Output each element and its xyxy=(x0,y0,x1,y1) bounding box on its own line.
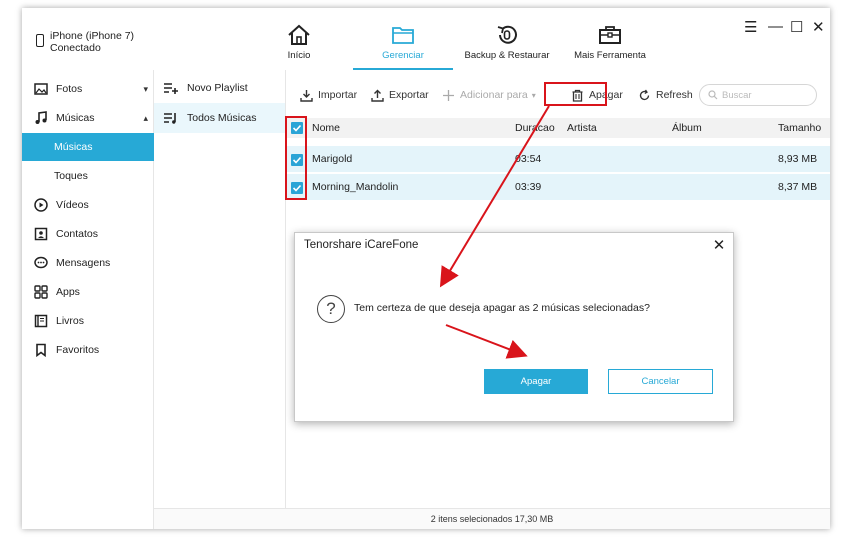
messages-icon xyxy=(34,256,48,269)
sidebar-item-label: Apps xyxy=(56,286,80,298)
column-header-size[interactable]: Tamanho xyxy=(778,118,821,138)
playlist-item-novo[interactable]: Novo Playlist xyxy=(154,73,285,103)
column-header-duration[interactable]: Duracao xyxy=(515,118,555,138)
tab-label: Início xyxy=(287,50,311,61)
close-button[interactable]: ✕ xyxy=(812,18,825,36)
playlist-item-todos[interactable]: Todos Músicas xyxy=(154,103,285,133)
selection-summary: 2 itens selecionados 17,30 MB xyxy=(430,514,554,524)
add-to-button[interactable]: Adicionar para ▾ xyxy=(442,86,536,104)
books-icon xyxy=(34,314,48,328)
sidebar-item-label: Músicas xyxy=(54,141,93,153)
photo-icon xyxy=(34,83,48,95)
tab-gerenciar[interactable]: Gerenciar xyxy=(353,22,453,70)
sidebar-item-musicas[interactable]: Músicas ▴ xyxy=(22,104,154,132)
sidebar-item-livros[interactable]: Livros xyxy=(22,307,154,335)
device-status: Conectado xyxy=(50,42,101,54)
search-placeholder: Buscar xyxy=(722,89,752,101)
contacts-icon xyxy=(34,227,48,241)
refresh-icon xyxy=(639,89,650,100)
playlist-panel: Novo Playlist Todos Músicas xyxy=(154,70,286,508)
tab-backup-restaurar[interactable]: Backup & Restaurar xyxy=(464,22,550,70)
sidebar-item-mensagens[interactable]: Mensagens xyxy=(22,249,154,277)
plus-icon xyxy=(443,89,454,101)
phone-icon xyxy=(36,34,44,47)
column-header-album[interactable]: Álbum xyxy=(672,118,702,138)
backup-icon xyxy=(497,25,517,44)
sidebar-item-videos[interactable]: Vídeos xyxy=(22,191,154,219)
column-header-name[interactable]: Nome xyxy=(312,118,340,138)
tab-inicio[interactable]: Início xyxy=(279,22,319,70)
table-header: Nome Duracao Artista Álbum Tamanho xyxy=(287,118,830,138)
toolbox-icon xyxy=(599,26,621,44)
song-size: 8,93 MB xyxy=(778,153,818,165)
status-bar: 2 itens selecionados 17,30 MB xyxy=(154,508,830,529)
sidebar-item-label: Músicas xyxy=(56,112,95,124)
folder-icon xyxy=(392,27,414,44)
export-button[interactable]: Exportar xyxy=(371,86,429,104)
playlist-label: Todos Músicas xyxy=(187,112,257,124)
song-size: 8,37 MB xyxy=(778,181,818,193)
tab-label: Gerenciar xyxy=(382,50,424,61)
sidebar-item-label: Vídeos xyxy=(56,199,89,211)
playlist-label: Novo Playlist xyxy=(187,82,248,94)
confirm-delete-button[interactable]: Apagar xyxy=(484,369,588,394)
tab-mais-ferramenta[interactable]: Mais Ferramenta xyxy=(574,22,646,70)
menu-icon[interactable]: ☰ xyxy=(744,18,757,36)
sidebar-item-label: Mensagens xyxy=(56,257,111,269)
confirm-delete-dialog: Tenorshare iCareFone ✕ ? Tem certeza de … xyxy=(294,232,734,422)
dialog-message: Tem certeza de que deseja apagar as 2 mú… xyxy=(354,302,650,314)
bookmark-icon xyxy=(36,343,46,357)
sidebar-item-label: Contatos xyxy=(56,228,99,240)
dialog-title: Tenorshare iCareFone xyxy=(304,239,419,251)
column-header-artist[interactable]: Artista xyxy=(567,118,597,138)
device-info: iPhone (iPhone 7) Conectado xyxy=(36,30,134,54)
export-icon xyxy=(371,89,384,102)
sidebar-item-label: Favoritos xyxy=(56,344,100,356)
tab-label: Mais Ferramenta xyxy=(574,50,646,61)
sidebar-item-label: Toques xyxy=(54,170,88,182)
sidebar-item-apps[interactable]: Apps xyxy=(22,278,154,306)
dialog-close-icon[interactable]: ✕ xyxy=(711,236,727,254)
question-icon: ? xyxy=(317,295,345,323)
table-row[interactable]: Marigold 03:54 8,93 MB xyxy=(287,146,830,173)
device-name: iPhone (iPhone 7) xyxy=(50,30,135,42)
sidebar-subitem-toques[interactable]: Toques xyxy=(22,162,154,190)
maximize-button[interactable]: ☐ xyxy=(790,18,803,36)
sidebar-item-contatos[interactable]: Contatos xyxy=(22,220,154,248)
apps-icon xyxy=(34,285,48,299)
sidebar-item-fotos[interactable]: Fotos ▾ xyxy=(22,75,154,103)
music-icon xyxy=(35,111,47,124)
song-name: Marigold xyxy=(312,153,353,165)
add-playlist-icon xyxy=(164,83,178,94)
table-row[interactable]: Morning_Mandolin 03:39 8,37 MB xyxy=(287,174,830,201)
cancel-button[interactable]: Cancelar xyxy=(608,369,713,394)
sidebar-subitem-musicas[interactable]: Músicas xyxy=(22,133,154,161)
refresh-button[interactable]: Refresh xyxy=(638,86,693,104)
search-input[interactable]: Buscar xyxy=(699,84,817,106)
search-icon xyxy=(708,90,718,100)
minimize-button[interactable]: — xyxy=(768,18,783,35)
sidebar: Fotos ▾ Músicas ▴ Músicas Toques Vídeos … xyxy=(22,70,154,529)
import-icon xyxy=(300,89,313,102)
sidebar-item-favoritos[interactable]: Favoritos xyxy=(22,336,154,364)
sidebar-item-label: Fotos xyxy=(56,83,83,95)
chevron-down-icon: ▾ xyxy=(531,90,536,100)
playlist-icon xyxy=(164,113,176,124)
checkbox-highlight-box xyxy=(285,116,307,200)
chevron-down-icon[interactable]: ▾ xyxy=(143,84,148,95)
chevron-up-icon[interactable]: ▴ xyxy=(143,113,148,124)
song-duration: 03:39 xyxy=(515,181,542,193)
sidebar-item-label: Livros xyxy=(56,315,85,327)
song-name: Morning_Mandolin xyxy=(312,181,399,193)
home-icon xyxy=(288,24,310,45)
video-icon xyxy=(34,198,48,212)
top-header: iPhone (iPhone 7) Conectado Início Geren… xyxy=(22,8,830,70)
tab-label: Backup & Restaurar xyxy=(464,50,550,61)
import-button[interactable]: Importar xyxy=(300,86,357,104)
delete-highlight-box xyxy=(544,82,607,106)
song-duration: 03:54 xyxy=(515,153,542,165)
